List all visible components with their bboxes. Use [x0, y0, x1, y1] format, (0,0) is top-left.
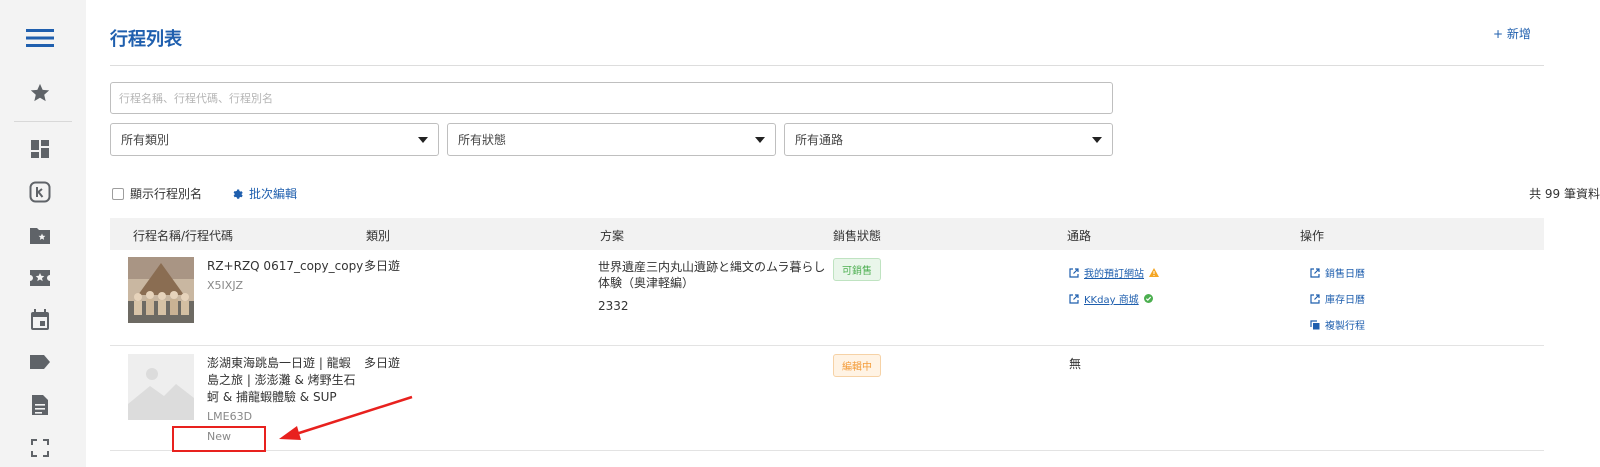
plan-name-line1: 世界遺産三内丸山遺跡と縄文のムラ暮らし — [598, 260, 826, 274]
chevron-down-icon — [755, 136, 765, 143]
channel-select-value: 所有通路 — [795, 133, 844, 147]
category-select[interactable]: 所有類別 — [110, 123, 439, 156]
column-header-channel: 通路 — [1067, 229, 1092, 243]
add-button[interactable]: + 新增 — [1493, 25, 1531, 42]
tour-code: X5IXJZ — [207, 279, 244, 292]
external-link-icon — [1310, 267, 1320, 278]
channel-link-booking-site[interactable]: 我的預訂網站 — [1069, 265, 1164, 280]
calendar-icon[interactable] — [26, 306, 54, 334]
column-header-sales-status: 銷售狀態 — [833, 229, 882, 243]
channel-link-label: 我的預訂網站 — [1084, 269, 1144, 280]
dashboard-icon[interactable] — [26, 135, 54, 163]
copy-tour-label: 複製行程 — [1325, 321, 1365, 332]
annotation-highlight-box — [172, 426, 266, 452]
menu-icon[interactable] — [26, 24, 54, 52]
copy-icon — [1310, 319, 1320, 329]
tour-category: 多日遊 — [364, 259, 401, 273]
plan-name-line2: 体験（奥津軽編） — [598, 276, 695, 290]
external-link-icon — [1069, 267, 1079, 278]
starred-folder-icon[interactable] — [26, 221, 54, 249]
batch-edit-label: 批次編輯 — [249, 187, 298, 201]
row-divider — [110, 345, 1544, 346]
external-link-icon — [1310, 293, 1320, 304]
check-circle-icon — [1143, 294, 1158, 303]
kkday-k-icon[interactable] — [26, 178, 54, 206]
column-header-actions: 操作 — [1300, 229, 1325, 243]
table-header: 行程名稱/行程代碼 類別 方案 銷售狀態 通路 操作 — [110, 218, 1544, 250]
warning-icon — [1149, 268, 1164, 277]
column-header-name: 行程名稱/行程代碼 — [133, 229, 234, 243]
plan-id: 2332 — [598, 299, 629, 313]
channel-none: 無 — [1069, 357, 1082, 371]
header-divider — [110, 65, 1544, 66]
annotation-arrow-icon — [279, 395, 413, 440]
column-header-category: 類別 — [366, 229, 391, 243]
gear-icon — [233, 189, 243, 199]
chevron-down-icon — [1092, 136, 1102, 143]
total-count: 共 99 筆資料 — [1529, 187, 1600, 201]
batch-edit-button[interactable]: 批次編輯 — [232, 185, 297, 202]
column-header-plan: 方案 — [600, 229, 625, 243]
fullscreen-icon[interactable] — [26, 434, 54, 462]
external-link-icon — [1069, 293, 1079, 304]
tour-thumbnail[interactable] — [128, 257, 194, 323]
channel-link-kkday-mall[interactable]: KKday 商城 — [1069, 291, 1158, 306]
row-divider — [110, 450, 1544, 451]
image-placeholder-icon[interactable] — [128, 354, 194, 420]
sales-calendar-link[interactable]: 銷售日曆 — [1310, 265, 1365, 280]
tour-code: LME63D — [207, 410, 253, 423]
starred-label-icon[interactable] — [26, 264, 54, 292]
search-input[interactable] — [110, 82, 1113, 114]
inventory-calendar-label: 庫存日曆 — [1325, 295, 1365, 306]
page-title: 行程列表 — [110, 29, 182, 50]
inventory-calendar-link[interactable]: 庫存日曆 — [1310, 291, 1365, 306]
copy-tour-link[interactable]: 複製行程 — [1310, 317, 1365, 332]
star-icon[interactable] — [26, 79, 54, 107]
channel-select[interactable]: 所有通路 — [784, 123, 1113, 156]
status-badge: 編輯中 — [833, 354, 881, 377]
show-alias-checkbox[interactable] — [112, 187, 124, 200]
tour-name[interactable]: RZ+RZQ 0617_copy_copy — [207, 258, 363, 274]
tour-name-line1[interactable]: 澎湖東海跳島一日遊 | 龍蝦 — [207, 355, 351, 371]
tour-name-line2[interactable]: 島之旅 | 澎澎灘 & 烤野生石 — [207, 372, 356, 388]
sidebar — [0, 0, 86, 467]
chevron-down-icon — [418, 136, 428, 143]
status-select-value: 所有狀態 — [458, 133, 507, 147]
status-select[interactable]: 所有狀態 — [447, 123, 776, 156]
show-alias-toggle[interactable]: 顯示行程別名 — [112, 185, 202, 202]
status-badge: 可銷售 — [833, 258, 881, 281]
show-alias-label: 顯示行程別名 — [130, 187, 203, 201]
category-select-value: 所有類別 — [121, 133, 170, 147]
tag-icon[interactable] — [26, 348, 54, 376]
sidebar-divider — [14, 121, 72, 122]
channel-link-label: KKday 商城 — [1084, 295, 1139, 306]
document-icon[interactable] — [26, 391, 54, 419]
tour-category: 多日遊 — [364, 356, 401, 370]
sales-calendar-label: 銷售日曆 — [1325, 269, 1365, 280]
